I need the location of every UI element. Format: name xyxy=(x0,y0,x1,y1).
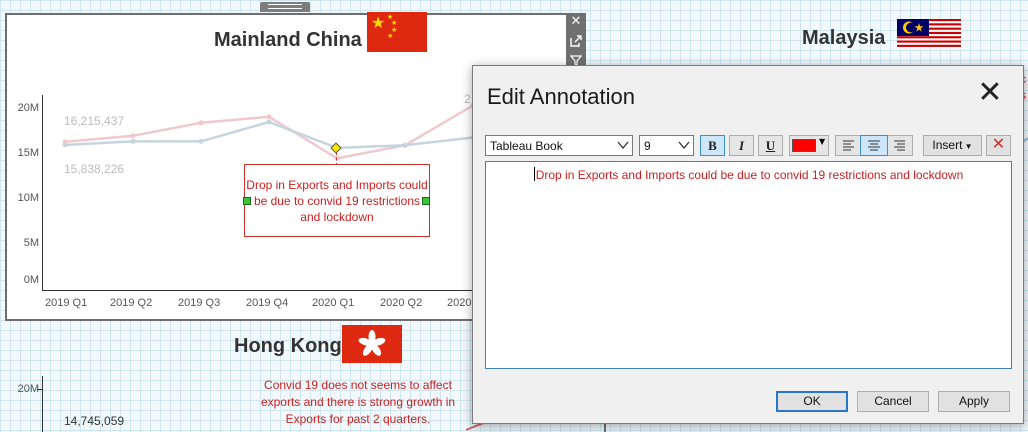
china-series-2-point[interactable] xyxy=(130,138,136,144)
text-color-picker[interactable]: ▼ xyxy=(789,135,829,156)
china-label-bottom: 15,838,226 xyxy=(64,162,125,176)
china-series-2-point[interactable] xyxy=(266,119,272,125)
insert-label: Insert xyxy=(932,138,963,152)
hongkong-flag xyxy=(342,325,402,363)
font-size-value: 9 xyxy=(644,139,651,153)
china-label-top: 16,215,437 xyxy=(64,114,125,128)
ok-button[interactable]: OK xyxy=(776,391,848,412)
popout-icon[interactable] xyxy=(566,32,586,50)
chevron-down-icon: ▼ xyxy=(819,137,826,146)
text-color-swatch xyxy=(792,139,816,152)
underline-button[interactable]: U xyxy=(758,135,783,156)
china-series-2-point[interactable] xyxy=(402,142,408,148)
china-series-2-point[interactable] xyxy=(198,138,204,144)
align-center-icon[interactable] xyxy=(860,135,888,156)
china-series-1-point[interactable] xyxy=(198,120,204,126)
text-caret xyxy=(533,167,535,181)
italic-button[interactable]: I xyxy=(729,135,754,156)
chevron-down-icon xyxy=(617,136,629,158)
font-name-value: Tableau Book xyxy=(490,139,563,153)
font-size-select[interactable]: 9 xyxy=(639,135,694,156)
close-icon[interactable]: ✕ xyxy=(975,78,1005,108)
china-annotation-text: Drop in Exports and Imports could be due… xyxy=(246,178,428,224)
clear-x-icon: ✕ xyxy=(991,136,1006,153)
china-series-line-1 xyxy=(64,104,472,160)
bold-button[interactable]: B xyxy=(700,135,725,156)
hongkong-title: Hong Kong xyxy=(234,335,342,357)
caret-down-icon: ▼ xyxy=(962,142,973,151)
hongkong-annotation[interactable]: Convid 19 does not seems to affect expor… xyxy=(252,377,464,428)
editor-text: Drop in Exports and Imports could be due… xyxy=(535,168,964,182)
alignment-group xyxy=(835,135,913,156)
chevron-down-icon xyxy=(678,136,690,158)
align-left-icon[interactable] xyxy=(836,136,861,155)
china-series-1-point[interactable] xyxy=(266,114,272,120)
china-annotation-box[interactable]: Drop in Exports and Imports could be due… xyxy=(244,164,430,237)
annotation-resize-handle-right[interactable] xyxy=(422,197,430,205)
cancel-button[interactable]: Cancel xyxy=(857,391,929,412)
editor-content: Drop in Exports and Imports could be due… xyxy=(486,167,1011,182)
align-right-icon[interactable] xyxy=(887,136,912,155)
clear-formatting-button[interactable]: ✕ xyxy=(986,135,1011,156)
china-line-chart xyxy=(62,103,472,161)
malaysia-flag xyxy=(897,19,961,49)
hongkong-y-gridline xyxy=(37,389,42,390)
hongkong-y-tick: 20M xyxy=(17,383,39,395)
china-series-1-point[interactable] xyxy=(130,133,136,139)
malaysia-title: Malaysia xyxy=(802,27,886,49)
china-label-partial: 2 xyxy=(464,92,471,106)
insert-button[interactable]: Insert ▼ xyxy=(923,135,982,156)
edit-annotation-dialog: Edit Annotation ✕ Tableau Book 9 B I U ▼… xyxy=(472,65,1024,424)
china-series-line-2 xyxy=(64,120,472,150)
annotation-text-editor[interactable]: Drop in Exports and Imports could be due… xyxy=(485,161,1012,369)
china-series-2-point[interactable] xyxy=(62,142,68,148)
hongkong-y-axis xyxy=(42,376,43,432)
font-name-select[interactable]: Tableau Book xyxy=(485,135,633,156)
panel-toolbar: ✕ xyxy=(566,13,586,69)
annotation-resize-handle-left[interactable] xyxy=(243,197,251,205)
hongkong-data-label: 14,745,059 xyxy=(64,414,125,428)
close-icon[interactable]: ✕ xyxy=(566,13,586,31)
apply-button[interactable]: Apply xyxy=(938,391,1010,412)
dialog-title: Edit Annotation xyxy=(487,84,636,109)
